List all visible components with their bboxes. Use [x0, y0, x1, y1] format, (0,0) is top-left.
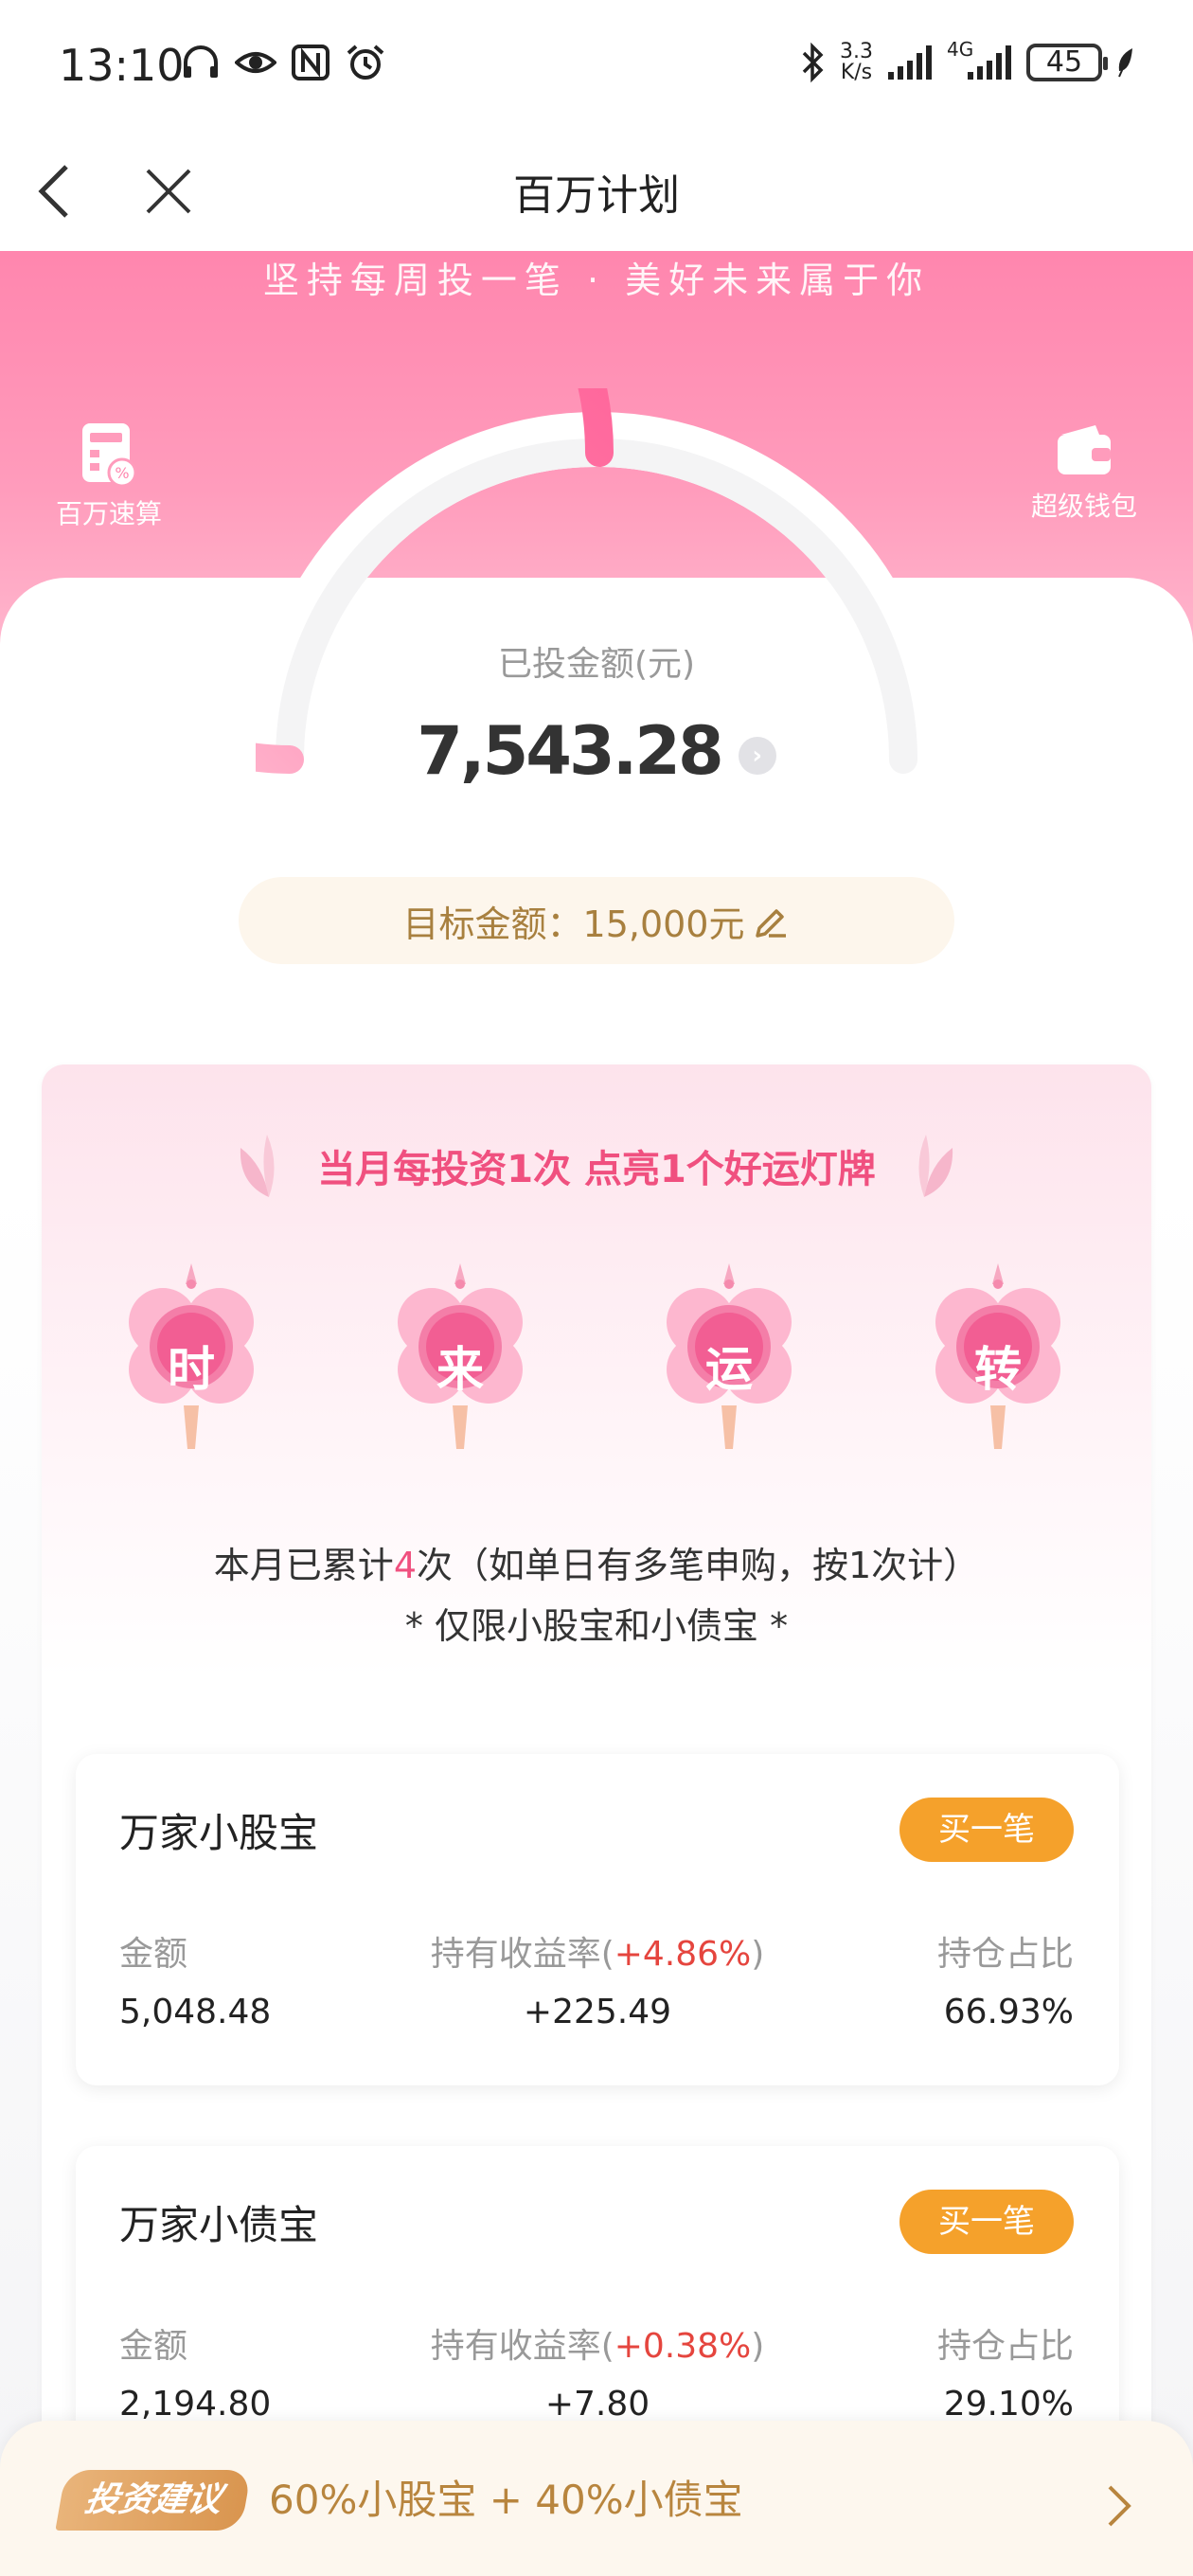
status-icons-right: 3.3 K/s 4G 45 — [798, 38, 1136, 83]
lantern-4: 转 — [932, 1263, 1064, 1462]
lantern-3: 运 — [663, 1263, 795, 1462]
lantern-2: 来 — [394, 1263, 526, 1462]
chevron-right-icon[interactable]: › — [738, 736, 776, 775]
super-wallet-label: 超级钱包 — [1030, 491, 1137, 522]
super-wallet-button[interactable]: 超级钱包 — [1013, 421, 1155, 524]
eye-icon — [235, 52, 276, 73]
bluetooth-icon — [802, 42, 824, 83]
investment-advice-bar[interactable]: 投资建议 60%小股宝 + 40%小债宝 — [0, 2421, 1193, 2576]
fund-ratio: 持仓占比 29.10% — [937, 2318, 1074, 2424]
fund-name: 万家小债宝 — [119, 2202, 319, 2248]
count-prefix: 本月已累计 — [213, 1545, 394, 1586]
network-speed-unit: K/s — [840, 61, 873, 84]
advice-tag: 投资建议 — [55, 2470, 252, 2531]
ratio-label: 持仓占比 — [936, 2327, 1074, 2366]
calculator-icon: % — [82, 423, 137, 486]
network-type: 4G — [947, 38, 974, 61]
status-icons-left — [180, 44, 386, 81]
yield-rate: +4.86% — [614, 1935, 752, 1974]
yield-label-suffix: ) — [751, 1935, 765, 1974]
lantern-char: 转 — [974, 1342, 1022, 1397]
buy-button[interactable]: 买一笔 — [899, 2190, 1074, 2254]
lantern-char: 运 — [705, 1342, 753, 1397]
eco-leaf-icon — [1118, 48, 1132, 78]
status-time: 13:10 — [59, 40, 185, 91]
chevron-right-icon[interactable] — [1100, 2478, 1138, 2534]
fund-name: 万家小股宝 — [119, 1810, 319, 1856]
advice-text: 60%小股宝 + 40%小债宝 — [269, 2477, 743, 2523]
invested-amount-value[interactable]: 7,543.28 › — [0, 712, 1193, 790]
yield-rate: +0.38% — [614, 2327, 752, 2366]
fund-ratio: 持仓占比 66.93% — [937, 1926, 1074, 2031]
status-bar: 13:10 3.3 K/s 4G 45 — [0, 0, 1193, 133]
signal-4g: 4G — [947, 38, 1013, 83]
lantern-char: 来 — [436, 1342, 484, 1397]
yield-label-prefix: 持有收益率( — [430, 1935, 614, 1974]
network-speed-value: 3.3 — [840, 40, 873, 63]
wallet-icon — [1058, 425, 1111, 474]
page-title: 百万计划 — [513, 171, 680, 220]
hero-slogan: 坚持每周投一笔 · 美好未来属于你 — [262, 259, 931, 301]
million-calculator-label: 百万速算 — [55, 498, 162, 529]
signal-icon — [888, 45, 932, 80]
yield-label-suffix: ) — [751, 2327, 765, 2366]
limit-note: * 仅限小股宝和小债宝 * — [404, 1605, 789, 1647]
count-value: 4 — [393, 1545, 417, 1586]
svg-text:%: % — [115, 464, 129, 482]
ratio-value: 66.93% — [943, 1993, 1074, 2031]
edit-pencil-icon[interactable] — [752, 902, 790, 939]
count-suffix: 次（如单日有多笔申购，按1次计） — [417, 1545, 980, 1586]
invested-amount-label: 已投金额(元) — [497, 645, 696, 684]
monthly-count-text: 本月已累计4次（如单日有多笔申购，按1次计） — [42, 1536, 1151, 1588]
yield-label-prefix: 持有收益率( — [430, 2327, 614, 2366]
invested-amount-number: 7,543.28 — [417, 712, 723, 790]
ratio-label: 持仓占比 — [936, 1935, 1074, 1974]
million-calculator-button[interactable]: % 百万速算 — [38, 421, 180, 531]
promo-title: 当月每投资1次 点亮1个好运灯牌 — [317, 1148, 876, 1191]
nfc-icon — [292, 45, 329, 80]
ratio-value: 29.10% — [943, 2385, 1074, 2424]
network-speed: 3.3 K/s — [840, 42, 873, 83]
fund-card-stock[interactable]: 万家小股宝 买一笔 金额 5,048.48 持有收益率(+4.86%) +225… — [76, 1754, 1119, 2085]
nav-bar: 百万计划 — [0, 133, 1193, 251]
leaf-decoration-right-icon — [918, 1135, 953, 1197]
lantern-1: 时 — [125, 1263, 258, 1462]
target-amount-pill[interactable]: 目标金额：15,000元 — [239, 877, 954, 964]
headphones-icon — [184, 45, 218, 78]
buy-button[interactable]: 买一笔 — [899, 1798, 1074, 1862]
battery-indicator: 45 — [1026, 44, 1108, 81]
target-amount-text: 目标金额：15,000元 — [402, 903, 745, 945]
alarm-icon — [347, 45, 384, 80]
lantern-char: 时 — [168, 1342, 215, 1397]
